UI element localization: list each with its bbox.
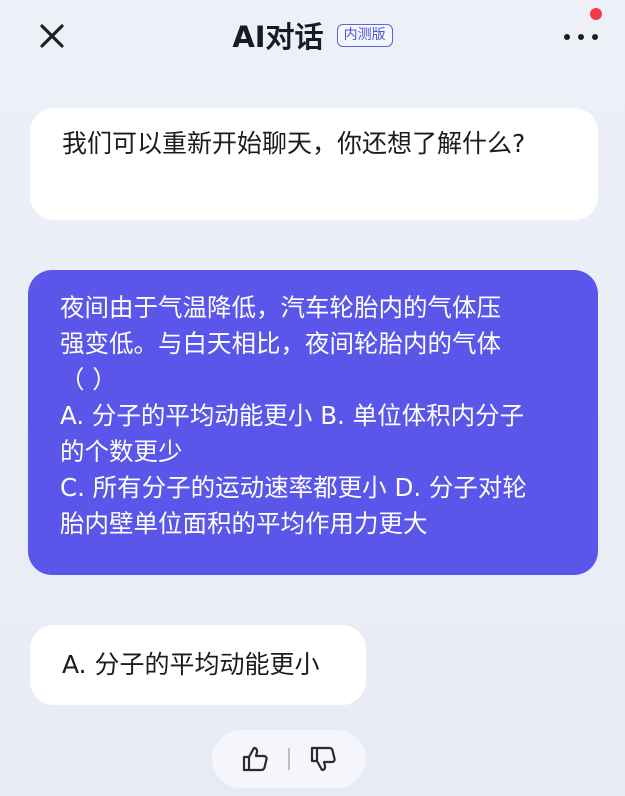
more-horizontal-icon <box>592 34 598 40</box>
header: AI对话 内测版 <box>0 0 625 72</box>
message-text: 我们可以重新开始聊天，你还想了解什么? <box>62 129 526 158</box>
thumbs-up-icon <box>242 746 268 772</box>
more-horizontal-icon <box>578 34 584 40</box>
more-button[interactable] <box>560 24 602 50</box>
notification-dot <box>590 8 602 20</box>
message-line: A. 分子的平均动能更小 B. 单位体积内分子 <box>60 401 525 430</box>
more-horizontal-icon <box>564 34 570 40</box>
title-area: AI对话 内测版 <box>0 14 625 58</box>
feedback-bar <box>212 730 366 788</box>
user-message: 夜间由于气温降低，汽车轮胎内的气体压 强变低。与白天相比，夜间轮胎内的气体 （ … <box>28 270 598 575</box>
dislike-button[interactable] <box>308 744 338 774</box>
message-text: A. 分子的平均动能更小 <box>62 650 320 679</box>
divider <box>288 748 290 770</box>
like-button[interactable] <box>240 744 270 774</box>
message-line: C. 所有分子的运动速率都更小 D. 分子对轮 <box>60 473 527 502</box>
message-line: （ ） <box>60 365 117 394</box>
assistant-message: 我们可以重新开始聊天，你还想了解什么? <box>30 108 598 220</box>
page-title: AI对话 <box>232 20 324 54</box>
message-line: 强变低。与白天相比，夜间轮胎内的气体 <box>60 329 501 358</box>
message-line: 的个数更少 <box>60 437 183 466</box>
assistant-message: A. 分子的平均动能更小 <box>30 625 366 705</box>
message-line: 胎内壁单位面积的平均作用力更大 <box>60 509 428 538</box>
message-line: 夜间由于气温降低，汽车轮胎内的气体压 <box>60 293 501 322</box>
beta-badge: 内测版 <box>336 23 393 47</box>
thumbs-down-icon <box>310 746 336 772</box>
